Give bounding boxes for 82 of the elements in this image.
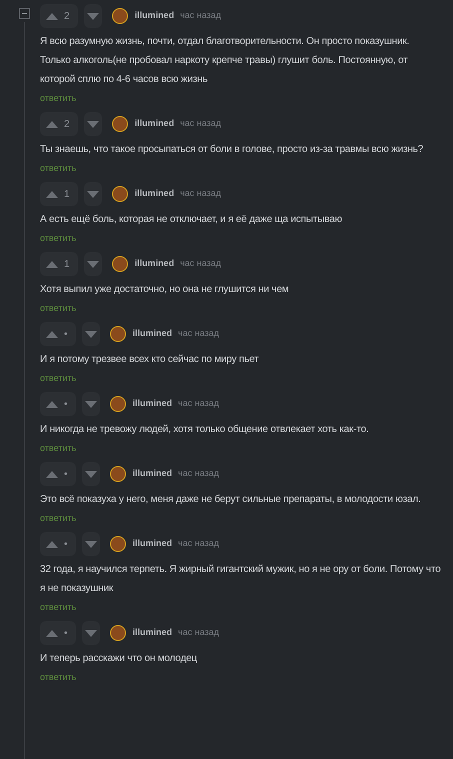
reply-link[interactable]: ответить [40, 512, 76, 524]
up-arrow-icon [46, 400, 58, 408]
author-name[interactable]: illumined [134, 257, 174, 271]
up-arrow-icon [46, 330, 58, 338]
up-arrow-icon [46, 540, 58, 548]
downvote-button[interactable] [82, 621, 100, 645]
comment-text: 32 года, я научился терпеть. Я жирный гигантский мужик, но я не ору от боли. Потому что я не показушник [40, 563, 441, 596]
up-arrow-icon [46, 260, 58, 268]
downvote-button[interactable] [84, 4, 102, 28]
comment-time: час назад [180, 9, 222, 22]
avatar[interactable] [112, 116, 128, 132]
comment-text: Это всё показуха у него, меня даже не берут сильные препараты, в молодости юзал. [40, 493, 422, 507]
upvote-button[interactable]: • [40, 392, 76, 416]
comment-time: час назад [178, 626, 219, 640]
avatar[interactable] [110, 625, 126, 641]
upvote-button[interactable]: 2 [40, 4, 78, 28]
reply-link[interactable]: ответить [40, 302, 76, 314]
author-name[interactable]: illumined [134, 187, 174, 201]
downvote-button[interactable] [82, 392, 100, 416]
comment-time: час назад [178, 537, 219, 550]
avatar[interactable] [112, 8, 128, 24]
reply-link[interactable]: ответить [40, 232, 76, 244]
comment-text: И никогда не тревожу людей, хотя только общение отвлекает хоть как-то. [40, 423, 370, 437]
downvote-button[interactable] [82, 322, 100, 346]
upvote-button[interactable]: • [40, 532, 76, 556]
reply-link[interactable]: ответить [40, 671, 76, 683]
down-arrow-icon [84, 400, 97, 408]
comment-text: А есть ещё боль, которая не отключает, и я её даже ща испытываю [40, 213, 344, 227]
comment-time: час назад [180, 187, 222, 200]
downvote-button[interactable] [84, 182, 102, 206]
comment-text: Я всю разумную жизнь, почти, отдал благотворительности. Он просто показушник. Только алкоголь(не пробовал наркоту крепче травы) глушит боль. Постоянную, от которой сплю по 4-6 часов всю жизнь [40, 35, 410, 87]
down-arrow-icon [84, 630, 97, 636]
comment-time: час назад [178, 397, 219, 410]
author-name[interactable]: illumined [132, 397, 172, 411]
downvote-button[interactable] [84, 252, 102, 276]
avatar[interactable] [110, 396, 126, 412]
up-arrow-icon [46, 12, 58, 20]
avatar[interactable] [110, 466, 126, 482]
downvote-button[interactable] [84, 112, 102, 136]
down-arrow-icon [84, 540, 97, 548]
comment-text: Хотя выпил уже достаточно, но она не глушится ни чем [40, 283, 290, 297]
author-name[interactable]: illumined [134, 9, 174, 23]
author-name[interactable]: illumined [132, 467, 172, 481]
comment-text: И теперь расскажи что он молодец [40, 652, 198, 666]
comment-time: час назад [180, 257, 222, 270]
down-arrow-icon [86, 120, 99, 128]
down-arrow-icon [86, 12, 99, 20]
comment-time: час назад [180, 117, 222, 130]
avatar[interactable] [112, 186, 128, 202]
author-name[interactable]: illumined [132, 537, 172, 551]
author-name[interactable]: illumined [132, 327, 172, 341]
comment-time: час назад [178, 467, 219, 480]
reply-link[interactable]: ответить [40, 92, 76, 104]
avatar[interactable] [110, 326, 126, 342]
down-arrow-icon [86, 190, 99, 198]
downvote-button[interactable] [82, 462, 100, 486]
comment-text: Ты знаешь, что такое просыпаться от боли в голове, просто из-за травмы всю жизнь? [40, 143, 424, 157]
upvote-button[interactable]: • [40, 462, 76, 486]
reply-link[interactable]: ответить [40, 442, 76, 454]
up-arrow-icon [46, 190, 58, 198]
reply-link[interactable]: ответить [40, 162, 76, 174]
reply-link[interactable]: ответить [40, 601, 76, 613]
down-arrow-icon [84, 470, 97, 478]
upvote-button[interactable]: 1 [40, 252, 78, 276]
upvote-button[interactable]: 1 [40, 182, 78, 206]
up-arrow-icon [46, 120, 58, 128]
up-arrow-icon [46, 630, 58, 636]
author-name[interactable]: illumined [134, 117, 174, 131]
down-arrow-icon [86, 260, 99, 268]
collapse-icon[interactable] [19, 8, 30, 19]
reply-link[interactable]: ответить [40, 372, 76, 384]
down-arrow-icon [84, 330, 97, 338]
downvote-button[interactable] [82, 532, 100, 556]
up-arrow-icon [46, 470, 58, 478]
avatar[interactable] [110, 536, 126, 552]
comment-text: И я потому трезвее всех кто сейчас по миру пьет [40, 353, 260, 367]
upvote-button[interactable]: • [40, 621, 76, 645]
avatar[interactable] [112, 256, 128, 272]
author-name[interactable]: illumined [132, 626, 172, 640]
upvote-button[interactable]: • [40, 322, 76, 346]
comment-time: час назад [178, 327, 219, 340]
upvote-button[interactable]: 2 [40, 112, 78, 136]
